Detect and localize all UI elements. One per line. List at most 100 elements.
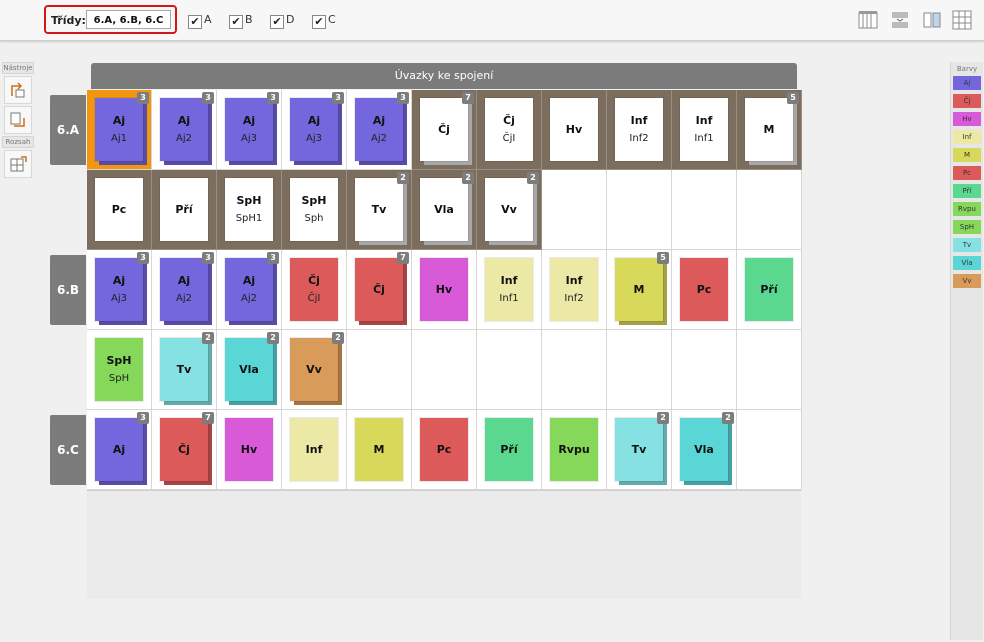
grid-cell[interactable]: Inf	[282, 410, 347, 490]
lesson-card-tv[interactable]: Tv 2	[160, 332, 214, 405]
grid-cell[interactable]: Vv 2	[477, 170, 542, 250]
lesson-card-hv[interactable]: Hv	[420, 258, 468, 321]
legend-item-rvpu[interactable]: Rvpu	[953, 202, 981, 216]
lesson-card-aj[interactable]: Aj Aj2 3	[160, 252, 214, 325]
checkbox-a[interactable]: ✔ A	[188, 13, 212, 29]
grid-cell[interactable]: Čj ČjI	[282, 250, 347, 330]
lesson-card-vla[interactable]: Vla 2	[420, 172, 474, 245]
legend-item-čj[interactable]: Čj	[953, 94, 981, 108]
lesson-card-čj[interactable]: Čj 7	[160, 412, 214, 485]
lesson-card-m[interactable]: M	[355, 418, 403, 481]
checkbox-box[interactable]: ✔	[312, 15, 326, 29]
checkbox-box[interactable]: ✔	[188, 15, 202, 29]
grid-cell[interactable]	[542, 330, 607, 410]
grid-cell[interactable]: Tv 2	[152, 330, 217, 410]
lesson-card-pří[interactable]: Pří	[160, 178, 208, 241]
grid-cell[interactable]: Inf Inf1	[477, 250, 542, 330]
grid-cell[interactable]: Aj Aj2 3	[152, 250, 217, 330]
lesson-card-inf[interactable]: Inf Inf1	[680, 98, 728, 161]
checkbox-d[interactable]: ✔ D	[270, 13, 294, 29]
lesson-card-vla[interactable]: Vla 2	[225, 332, 279, 405]
grid-cell[interactable]: Aj Aj2 3	[347, 90, 412, 170]
lesson-card-pří[interactable]: Pří	[745, 258, 793, 321]
grid-cell[interactable]	[607, 330, 672, 410]
rotate-tool-button[interactable]	[4, 76, 32, 104]
grid-cell[interactable]: M5	[607, 250, 672, 330]
checkbox-box[interactable]: ✔	[229, 15, 243, 29]
grid-cell[interactable]: Aj Aj3 3	[282, 90, 347, 170]
grid-cell[interactable]	[477, 330, 542, 410]
lesson-card-rvpu[interactable]: Rvpu	[550, 418, 598, 481]
lesson-card-sph[interactable]: SpH SpH	[95, 338, 143, 401]
lesson-card-aj[interactable]: Aj Aj2 3	[355, 92, 409, 165]
range-tool-button[interactable]	[4, 150, 32, 178]
grid-cell[interactable]: Vv 2	[282, 330, 347, 410]
lesson-card-pří[interactable]: Pří	[485, 418, 533, 481]
grid-cell[interactable]	[737, 410, 802, 490]
lesson-card-inf[interactable]: Inf Inf2	[615, 98, 663, 161]
legend-item-vla[interactable]: Vla	[953, 256, 981, 270]
lesson-card-hv[interactable]: Hv	[225, 418, 273, 481]
grid-cell[interactable]: Pří	[477, 410, 542, 490]
lesson-card-tv[interactable]: Tv 2	[355, 172, 409, 245]
legend-item-aj[interactable]: Aj	[953, 76, 981, 90]
lesson-card-aj[interactable]: Aj Aj3 3	[290, 92, 344, 165]
lesson-card-čj[interactable]: Čj 7	[355, 252, 409, 325]
lesson-card-aj[interactable]: Aj 3	[95, 412, 149, 485]
grid-cell[interactable]: SpH SpH1	[217, 170, 282, 250]
grid-cell[interactable]: Pří	[152, 170, 217, 250]
lesson-card-vla[interactable]: Vla 2	[680, 412, 734, 485]
grid-cell[interactable]: SpH SpH	[87, 330, 152, 410]
fit-tool-button[interactable]	[4, 106, 32, 134]
lesson-card-inf[interactable]: Inf Inf1	[485, 258, 533, 321]
lesson-card-pc[interactable]: Pc	[95, 178, 143, 241]
grid-cell[interactable]	[412, 330, 477, 410]
lesson-card-čj[interactable]: Čj ČjI	[485, 98, 533, 161]
grid-cell[interactable]: Aj 3	[87, 410, 152, 490]
classes-selector[interactable]: Třídy: 6.A, 6.B, 6.C	[44, 5, 177, 34]
legend-item-tv[interactable]: Tv	[953, 238, 981, 252]
grid-cell[interactable]	[672, 330, 737, 410]
grid-cell[interactable]: Pří	[737, 250, 802, 330]
lesson-card-pc[interactable]: Pc	[420, 418, 468, 481]
lesson-card-aj[interactable]: Aj Aj1 3	[95, 92, 149, 165]
classes-input[interactable]: 6.A, 6.B, 6.C	[86, 10, 171, 29]
grid-cell[interactable]	[607, 170, 672, 250]
lesson-card-čj[interactable]: Čj ČjI	[290, 258, 338, 321]
grid-cell[interactable]: M5	[737, 90, 802, 170]
lesson-card-inf[interactable]: Inf Inf2	[550, 258, 598, 321]
lesson-card-aj[interactable]: Aj Aj2 3	[160, 92, 214, 165]
lesson-card-vv[interactable]: Vv 2	[485, 172, 539, 245]
grid-cell[interactable]	[542, 170, 607, 250]
lesson-card-sph[interactable]: SpH Sph	[290, 178, 338, 241]
grid-cell[interactable]	[737, 170, 802, 250]
grid-cell[interactable]: Čj 7	[412, 90, 477, 170]
checkbox-c[interactable]: ✔ C	[312, 13, 336, 29]
lesson-card-hv[interactable]: Hv	[550, 98, 598, 161]
grid-cell[interactable]: Aj Aj3 3	[217, 90, 282, 170]
grid-cell[interactable]: M	[347, 410, 412, 490]
grid-cell[interactable]: Čj 7	[152, 410, 217, 490]
checkbox-box[interactable]: ✔	[270, 15, 284, 29]
split-view-icon[interactable]	[922, 10, 942, 30]
grid-cell[interactable]	[737, 330, 802, 410]
grid-cell[interactable]: Hv	[412, 250, 477, 330]
legend-item-pří[interactable]: Pří	[953, 184, 981, 198]
grid-cell[interactable]: Rvpu	[542, 410, 607, 490]
legend-item-inf[interactable]: Inf	[953, 130, 981, 144]
grid-cell[interactable]	[672, 170, 737, 250]
lesson-card-m[interactable]: M5	[615, 252, 669, 325]
merge-view-icon[interactable]	[890, 10, 910, 30]
grid-cell[interactable]	[347, 330, 412, 410]
grid-cell[interactable]: Pc	[87, 170, 152, 250]
grid-cell[interactable]: Čj ČjI	[477, 90, 542, 170]
grid-cell[interactable]: Čj 7	[347, 250, 412, 330]
grid-cell[interactable]: Aj Aj1 3	[87, 90, 152, 170]
grid-cell[interactable]: Pc	[412, 410, 477, 490]
lesson-card-vv[interactable]: Vv 2	[290, 332, 344, 405]
checkbox-b[interactable]: ✔ B	[229, 13, 253, 29]
legend-item-vv[interactable]: Vv	[953, 274, 981, 288]
grid-cell[interactable]: Tv 2	[607, 410, 672, 490]
grid-cell[interactable]: Aj Aj2 3	[217, 250, 282, 330]
legend-item-m[interactable]: M	[953, 148, 981, 162]
